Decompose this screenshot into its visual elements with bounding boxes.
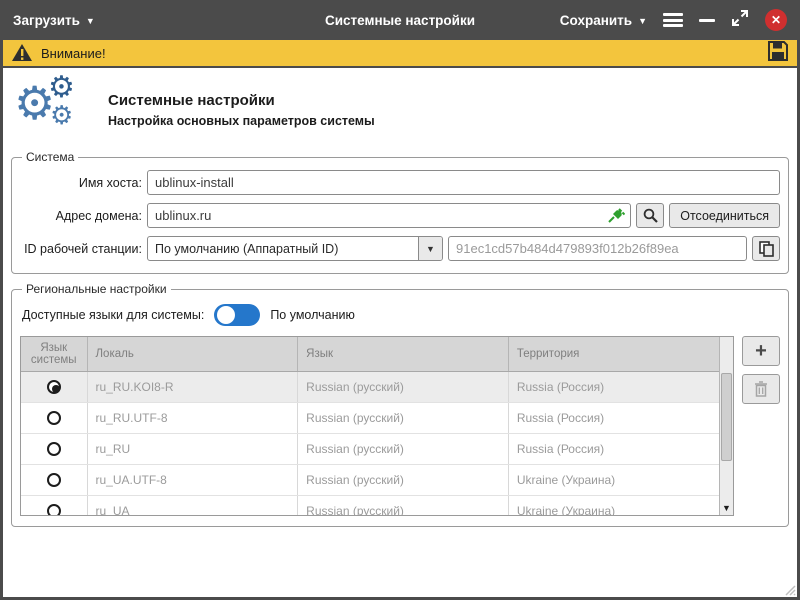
gears-icon: ⚙ ⚙ ⚙ (18, 82, 90, 138)
scroll-down-arrow[interactable]: ▼ (720, 503, 733, 513)
load-menu-label: Загрузить (13, 13, 80, 28)
toggle-state-label: По умолчанию (270, 308, 355, 322)
column-header: Локаль (87, 337, 298, 371)
chevron-down-icon: ▼ (418, 237, 442, 260)
cell-territory: Ukraine (Украина) (508, 464, 719, 495)
minimize-button[interactable] (699, 19, 715, 22)
delete-locale-button[interactable] (742, 374, 780, 404)
station-id-label: ID рабочей станции: (20, 242, 142, 256)
cell-territory: Ukraine (Украина) (508, 495, 719, 516)
languages-label: Доступные языки для системы: (22, 308, 204, 322)
table-row[interactable]: ru_UA Russian (русский) Ukraine (Украина… (21, 495, 719, 516)
table-row[interactable]: ru_RU.UTF-8 Russian (русский) Russia (Ро… (21, 402, 719, 433)
cell-language: Russian (русский) (298, 402, 509, 433)
system-legend: Система (22, 150, 78, 164)
regional-legend: Региональные настройки (22, 282, 171, 296)
warning-bar: Внимание! (3, 40, 797, 68)
copy-icon (759, 241, 774, 257)
toggle-knob (217, 306, 235, 324)
cell-locale: ru_RU (87, 433, 298, 464)
domain-label: Адрес домена: (20, 209, 142, 223)
column-header: Язык (298, 337, 509, 371)
cell-locale: ru_UA (87, 495, 298, 516)
titlebar: Загрузить ▼ Системные настройки Сохранит… (3, 0, 797, 40)
save-settings-button[interactable] (767, 40, 789, 67)
copy-id-button[interactable] (752, 236, 780, 261)
maximize-button[interactable] (731, 9, 749, 32)
cell-locale: ru_RU.KOI8-R (87, 371, 298, 402)
page-subtitle: Настройка основных параметров системы (108, 114, 375, 128)
cell-language: Russian (русский) (298, 464, 509, 495)
locale-radio[interactable] (47, 380, 61, 394)
locale-table: Язык системыЛокальЯзыкТерритория ru_RU.K… (20, 336, 734, 516)
warning-triangle-icon (11, 43, 33, 63)
station-id-select[interactable]: По умолчанию (Аппаратный ID) ▼ (147, 236, 443, 261)
cell-territory: Russia (Россия) (508, 433, 719, 464)
connection-plug-icon (607, 207, 625, 229)
column-header: Территория (508, 337, 719, 371)
menu-icon[interactable] (663, 13, 683, 27)
table-row[interactable]: ru_UA.UTF-8 Russian (русский) Ukraine (У… (21, 464, 719, 495)
locale-radio[interactable] (47, 411, 61, 425)
cell-territory: Russia (Россия) (508, 402, 719, 433)
app-header: ⚙ ⚙ ⚙ Системные настройки Настройка осно… (8, 74, 792, 150)
hostname-label: Имя хоста: (20, 176, 142, 190)
hostname-input[interactable] (147, 170, 780, 195)
regional-fieldset: Региональные настройки Доступные языки д… (11, 282, 789, 527)
table-scrollbar[interactable]: ▼ (719, 337, 733, 515)
cell-locale: ru_RU.UTF-8 (87, 402, 298, 433)
trash-icon (754, 381, 768, 397)
cell-territory: Russia (Россия) (508, 371, 719, 402)
warning-text: Внимание! (41, 46, 106, 61)
languages-toggle[interactable] (214, 304, 260, 326)
chevron-down-icon: ▼ (638, 16, 647, 26)
resize-grip[interactable] (782, 582, 796, 596)
search-domain-button[interactable] (636, 203, 664, 228)
locale-radio[interactable] (47, 504, 61, 516)
system-fieldset: Система Имя хоста: Адрес домена: (11, 150, 789, 274)
search-icon (643, 208, 658, 223)
table-header-row: Язык системыЛокальЯзыкТерритория (21, 337, 719, 371)
cell-locale: ru_UA.UTF-8 (87, 464, 298, 495)
plus-icon: + (755, 341, 767, 361)
locale-table-body: ru_RU.KOI8-R Russian (русский) Russia (Р… (21, 371, 719, 516)
page-title: Системные настройки (108, 92, 375, 109)
floppy-save-icon (767, 40, 789, 62)
system-settings-window: Загрузить ▼ Системные настройки Сохранит… (0, 0, 800, 600)
locale-radio[interactable] (47, 442, 61, 456)
save-menu-button[interactable]: Сохранить ▼ (560, 13, 647, 28)
save-menu-label: Сохранить (560, 13, 632, 28)
station-id-select-value: По умолчанию (Аппаратный ID) (148, 242, 418, 256)
disconnect-button[interactable]: Отсоединиться (669, 203, 780, 228)
load-menu-button[interactable]: Загрузить ▼ (13, 13, 95, 28)
cell-language: Russian (русский) (298, 371, 509, 402)
cell-language: Russian (русский) (298, 495, 509, 516)
expand-arrows-icon (731, 9, 749, 27)
table-row[interactable]: ru_RU.KOI8-R Russian (русский) Russia (Р… (21, 371, 719, 402)
scrollbar-thumb[interactable] (721, 373, 732, 461)
table-row[interactable]: ru_RU Russian (русский) Russia (Россия) (21, 433, 719, 464)
close-icon: ✕ (771, 13, 781, 27)
locale-radio[interactable] (47, 473, 61, 487)
add-locale-button[interactable]: + (742, 336, 780, 366)
domain-input[interactable] (147, 203, 631, 228)
station-id-value-field[interactable] (448, 236, 747, 261)
column-header: Язык системы (21, 337, 87, 371)
content-area: ⚙ ⚙ ⚙ Системные настройки Настройка осно… (3, 68, 797, 597)
cell-language: Russian (русский) (298, 433, 509, 464)
close-button[interactable]: ✕ (765, 9, 787, 31)
chevron-down-icon: ▼ (86, 16, 95, 26)
